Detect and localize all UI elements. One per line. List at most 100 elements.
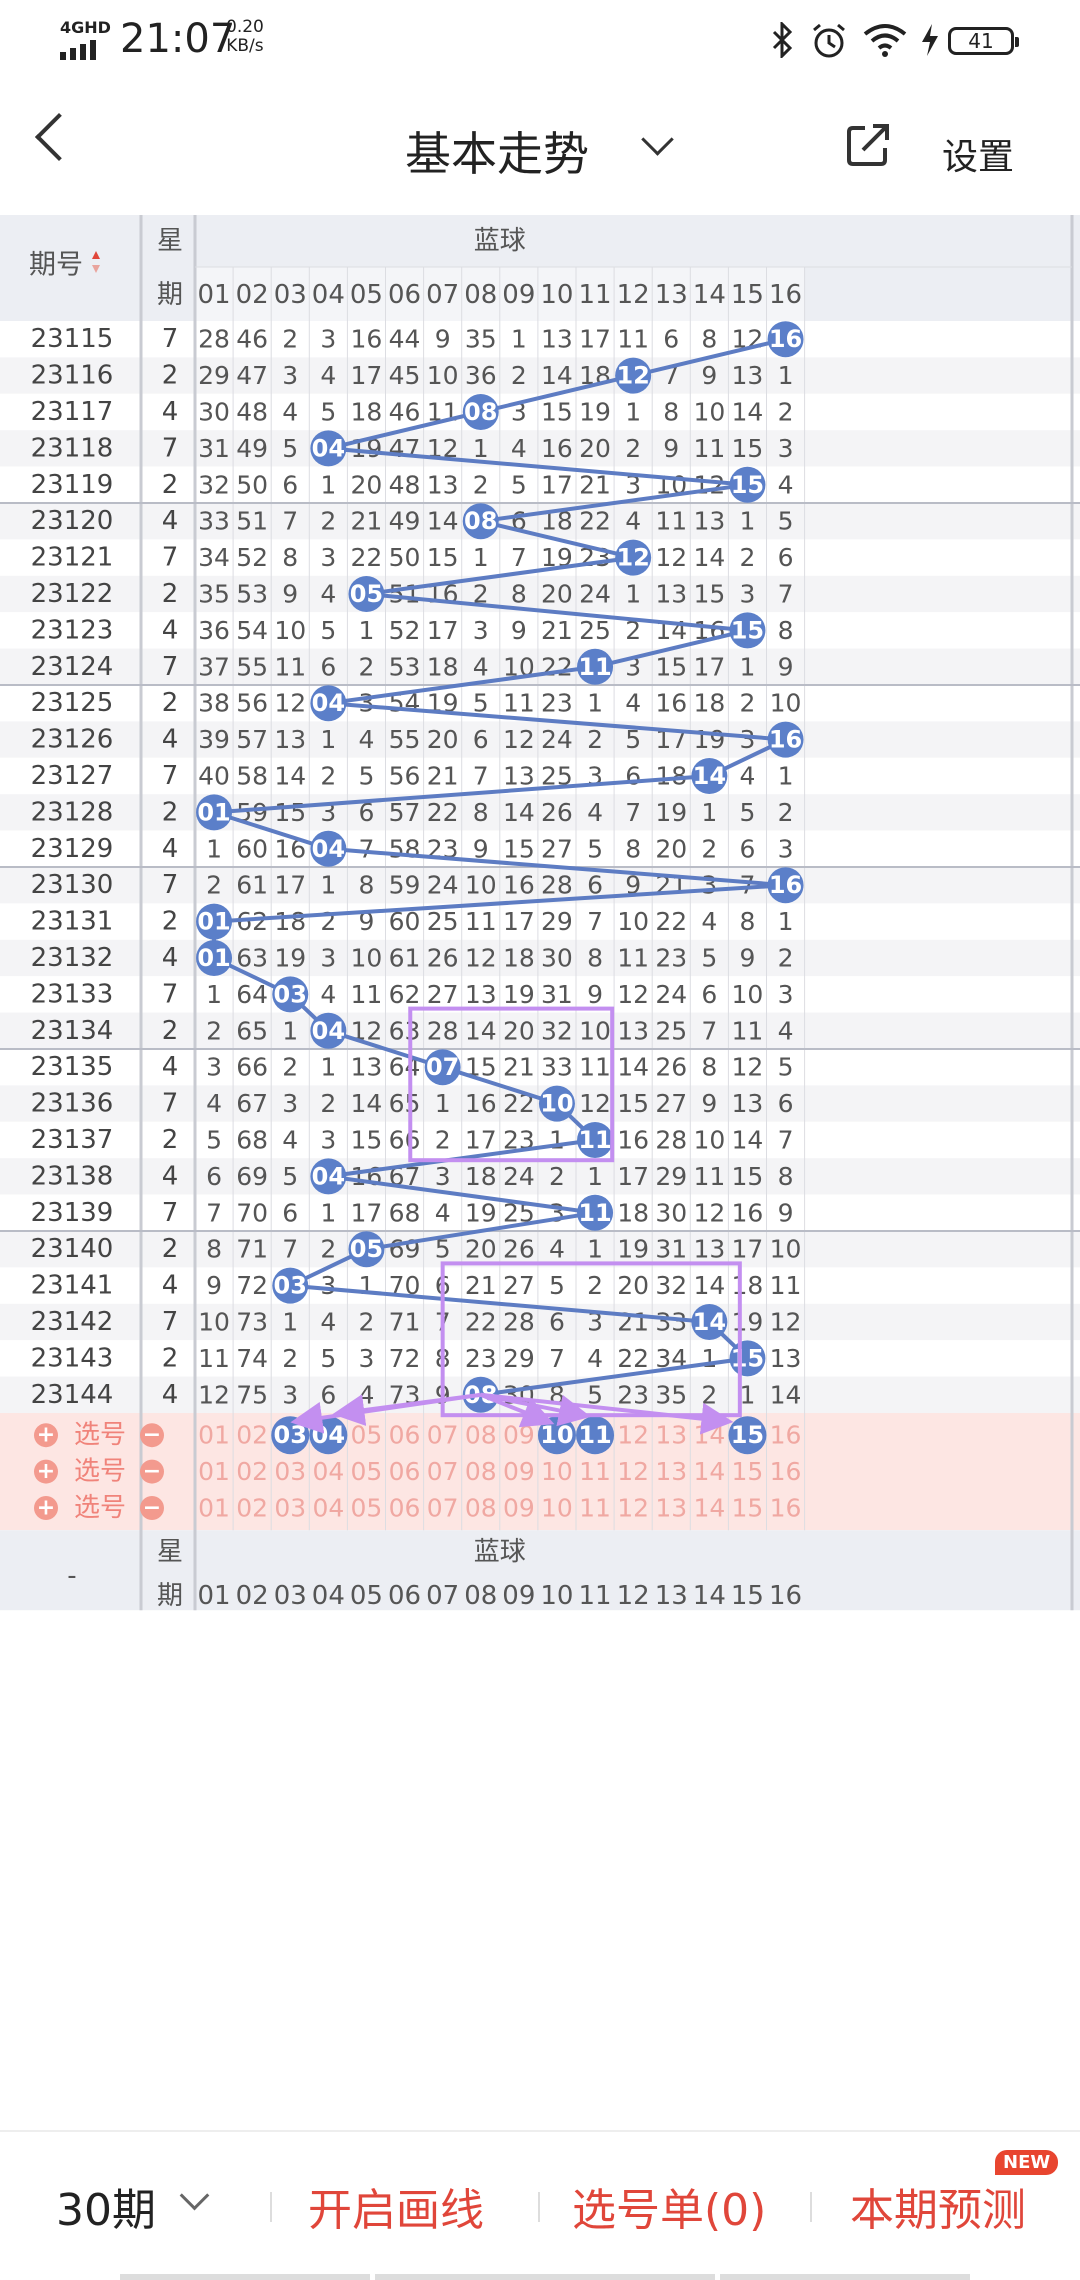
hit-ball-number: 12 <box>616 544 649 572</box>
cell-value: 17 <box>427 616 459 645</box>
cell-value: 1 <box>320 1198 336 1227</box>
cell-value: 62 <box>389 980 421 1009</box>
week-cell: 4 <box>162 725 179 755</box>
cell-value: 11 <box>770 1271 802 1300</box>
cell-value: 14 <box>693 1271 725 1300</box>
predict-button[interactable]: 本期预测 <box>850 2174 1026 2238</box>
week-cell: 7 <box>162 761 179 791</box>
hit-ball-number: 14 <box>693 762 726 790</box>
cell-value: 69 <box>389 1235 421 1264</box>
cell-value: 25 <box>655 1016 687 1045</box>
cell-value: 2 <box>320 1235 336 1264</box>
week-cell: 7 <box>162 324 179 354</box>
remove-icon-glyph: − <box>143 1423 161 1448</box>
pick-list-button[interactable]: 选号单(0) <box>572 2174 766 2238</box>
cell-value: 2 <box>282 1344 298 1373</box>
selector-number: 02 <box>236 1457 268 1486</box>
cell-value: 1 <box>739 1380 755 1409</box>
cell-value: 27 <box>503 1271 535 1300</box>
draw-lines-button[interactable]: 开启画线 <box>308 2174 484 2238</box>
week-cell: 2 <box>162 1016 179 1046</box>
cell-value: 18 <box>732 1271 764 1300</box>
selector-number: 06 <box>389 1494 421 1523</box>
selected-ball-number: 11 <box>578 1421 611 1449</box>
hit-ball-number: 04 <box>312 1017 345 1045</box>
chevron-down-icon[interactable] <box>641 123 674 156</box>
share-icon[interactable] <box>845 122 891 168</box>
bottom-toolbar: 30期 开启画线 选号单(0) 本期预测 NEW <box>0 2130 1080 2280</box>
page-title[interactable]: 基本走势 <box>405 118 589 184</box>
cell-value: 2 <box>778 398 794 427</box>
clock: 21:07 <box>120 16 236 62</box>
selector-number: 14 <box>693 1494 725 1523</box>
cell-value: 1 <box>625 580 641 609</box>
cell-value: 56 <box>389 762 421 791</box>
cell-value: 2 <box>739 689 755 718</box>
network-speed: 0.20 KB/s <box>226 18 264 56</box>
cell-value: 17 <box>274 871 306 900</box>
cell-value: 22 <box>427 798 459 827</box>
cell-value: 15 <box>274 798 306 827</box>
period-cell: 23142 <box>31 1307 114 1337</box>
selector-number: 12 <box>617 1494 649 1523</box>
cell-value: 12 <box>693 470 725 499</box>
cell-value: 13 <box>427 470 459 499</box>
period-count-selector[interactable]: 30期 <box>56 2174 156 2238</box>
cell-value: 7 <box>778 580 794 609</box>
cell-value: 7 <box>511 543 527 572</box>
trend-chart[interactable]: 期号星期蓝球 01 02 03 04 05 06 07 08 09 10 11 12 13 14 15 16 23… <box>0 215 1080 2130</box>
alarm-icon <box>813 23 845 58</box>
settings-button[interactable]: 设置 <box>942 128 1014 180</box>
cell-value: 66 <box>236 1053 268 1082</box>
chevron-down-icon[interactable] <box>179 2180 210 2211</box>
charging-icon <box>922 24 938 56</box>
cell-value: 46 <box>236 325 268 354</box>
selector-number: 15 <box>732 1457 764 1486</box>
cell-value: 26 <box>655 1053 687 1082</box>
cell-value: 47 <box>389 434 421 463</box>
cell-value: 11 <box>693 434 725 463</box>
cell-value: 14 <box>732 1126 764 1155</box>
column-header-10: 10 <box>540 280 573 310</box>
cell-value: 24 <box>655 980 687 1009</box>
column-header-16: 16 <box>769 280 802 310</box>
cell-value: 67 <box>236 1089 268 1118</box>
cell-value: 37 <box>198 652 230 681</box>
cell-value: 28 <box>503 1308 535 1337</box>
selector-number: 09 <box>503 1421 535 1450</box>
selector-number: 01 <box>198 1457 230 1486</box>
cell-value: 26 <box>427 944 459 973</box>
cell-value: 25 <box>579 616 611 645</box>
cell-value: 8 <box>511 580 527 609</box>
cell-value: 7 <box>778 1126 794 1155</box>
selector-number: 06 <box>389 1457 421 1486</box>
cell-value: 49 <box>236 434 268 463</box>
cell-value: 27 <box>541 834 573 863</box>
back-button[interactable] <box>34 112 84 162</box>
cell-value: 15 <box>693 580 725 609</box>
week-cell: 4 <box>162 1052 179 1082</box>
cell-value: 26 <box>541 798 573 827</box>
period-cell: 23127 <box>31 761 114 791</box>
cell-value: 8 <box>625 834 641 863</box>
cell-value: 1 <box>778 361 794 390</box>
cell-value: 3 <box>320 1271 336 1300</box>
cell-value: 8 <box>663 398 679 427</box>
cell-value: 68 <box>389 1198 421 1227</box>
cell-value: 14 <box>770 1380 802 1409</box>
cell-value: 70 <box>236 1198 268 1227</box>
cell-value: 4 <box>206 1089 222 1118</box>
week-header-bottom: 期 <box>157 280 183 310</box>
cell-value: 1 <box>587 1235 603 1264</box>
cell-value: 24 <box>579 580 611 609</box>
cell-value: 14 <box>732 398 764 427</box>
cell-value: 21 <box>541 616 573 645</box>
cell-value: 22 <box>579 507 611 536</box>
cell-value: 1 <box>511 325 527 354</box>
period-cell: 23122 <box>31 579 114 609</box>
cell-value: 10 <box>693 398 725 427</box>
cell-value: 68 <box>236 1126 268 1155</box>
cell-value: 19 <box>732 1308 764 1337</box>
cell-value: 7 <box>282 507 298 536</box>
cell-value: 28 <box>541 871 573 900</box>
